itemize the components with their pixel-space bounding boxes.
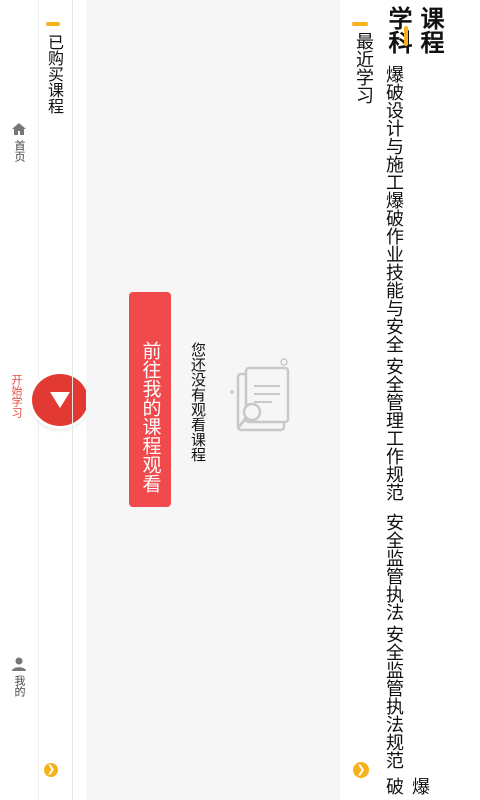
subject-tabs: 爆破设计与施工 爆破作业技能与安全 安全管理工作规范 安全监管执法 安全监管执法…	[380, 65, 430, 800]
user-icon	[12, 657, 26, 671]
nav-start-label: 开始学习	[10, 374, 23, 418]
go-to-my-courses-label: 前往我的课程观看	[139, 340, 161, 493]
nav-mine[interactable]: 我的	[4, 655, 34, 697]
recent-title: 最近学习	[353, 32, 374, 104]
nav-home[interactable]: 首页	[4, 120, 34, 162]
go-to-my-courses-button[interactable]: 前往我的课程观看	[129, 292, 171, 507]
tab-subject[interactable]: 安全监管执法	[380, 513, 406, 621]
tab-subject[interactable]: 爆破设计与施工	[380, 65, 406, 191]
tab-subject[interactable]: 安全管理工作规范	[380, 357, 406, 501]
tab-subject[interactable]: 爆破作业技能与安全	[380, 191, 406, 353]
empty-state-message: 您还没有观看课程	[189, 342, 207, 462]
purchased-courses-section	[38, 0, 86, 800]
subject-title[interactable]: 学科	[381, 6, 416, 54]
empty-document-icon	[230, 358, 290, 432]
tab-subject[interactable]: 爆破	[380, 777, 432, 800]
nav-mine-label: 我的	[13, 675, 26, 697]
recent-accent-bar	[352, 22, 368, 26]
section-chevron-icon[interactable]: ❯	[44, 763, 58, 777]
section-accent-bar	[46, 22, 60, 26]
subject-underline	[404, 26, 408, 46]
recent-empty-panel	[86, 0, 340, 800]
section-title: 已购买课程	[45, 34, 64, 114]
home-icon	[12, 123, 26, 135]
recent-chevron-icon[interactable]: ❯	[353, 762, 369, 778]
page-title: 课程	[416, 6, 444, 54]
section-divider	[72, 0, 73, 800]
nav-home-label: 首页	[13, 140, 26, 162]
tab-subject[interactable]: 安全监管执法规范	[380, 625, 406, 769]
